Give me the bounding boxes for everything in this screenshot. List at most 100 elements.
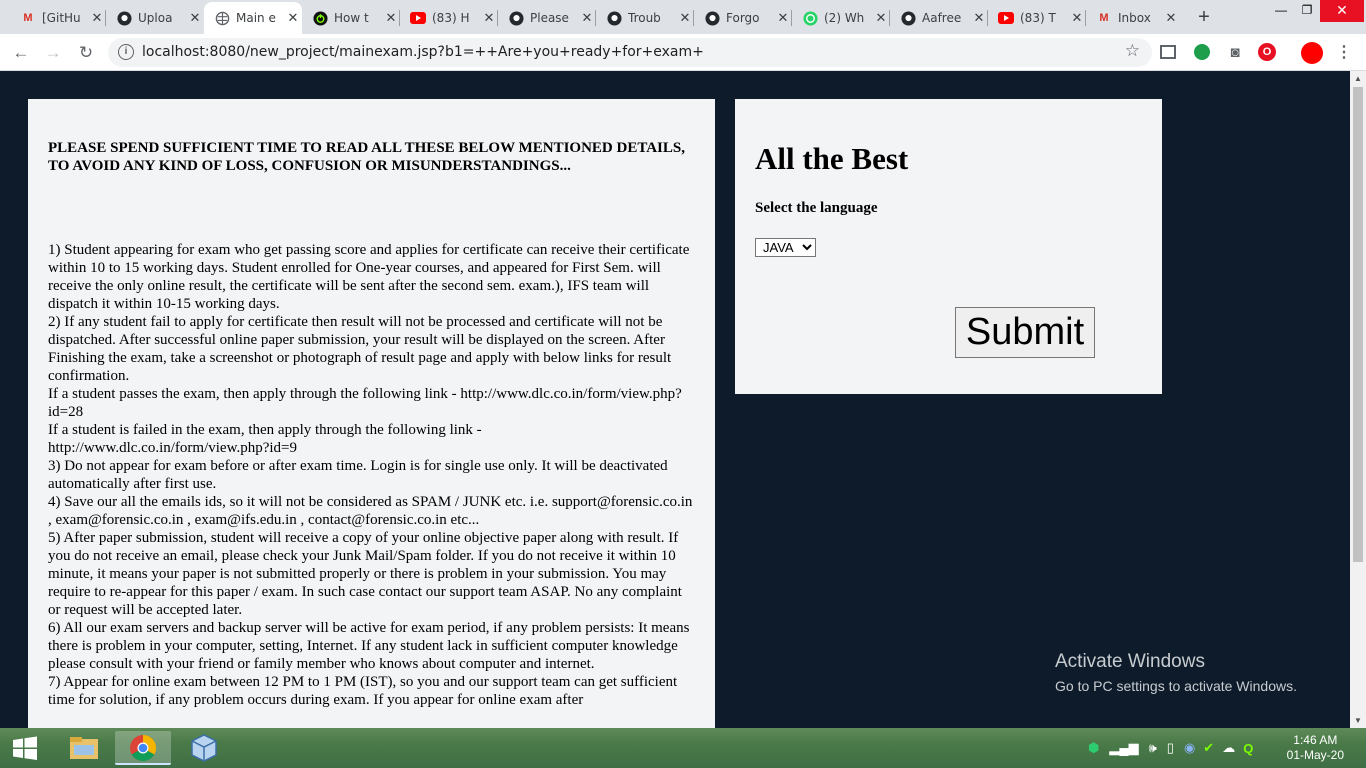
file-explorer-button[interactable] [56,731,112,765]
clock-date: 01-May-20 [1286,748,1344,762]
menu-dots-icon[interactable]: ⋮ [1334,43,1354,63]
minimize-button[interactable]: — [1268,0,1294,22]
instructions-panel: PLEASE SPEND SUFFICIENT TIME TO READ ALL… [28,99,715,728]
window-close-button[interactable]: ✕ [1320,0,1364,22]
instruction-item: 1) Student appearing for exam who get pa… [48,242,690,312]
tab-title: Inbox [1118,11,1151,25]
close-tab-icon[interactable]: ✕ [382,10,400,26]
youtube-icon [410,10,426,26]
github-icon [116,10,132,26]
tab-youtube-1[interactable]: (83) H ✕ [400,4,498,32]
instruction-item: 6) All our exam servers and backup serve… [48,620,690,672]
reload-button[interactable]: ↻ [75,42,97,64]
profile-avatar[interactable] [1301,42,1323,64]
submit-button[interactable]: Submit [955,307,1095,358]
taskbar-clock[interactable]: 1:46 AM 01-May-20 [1287,733,1344,763]
close-tab-icon[interactable]: ✕ [872,10,890,26]
tab-gmail-inbox[interactable]: M Inbox ✕ [1086,4,1180,32]
address-bar[interactable]: i localhost:8080/new_project/mainexam.js… [108,38,1152,67]
tab-how-to[interactable]: How t ✕ [302,4,400,32]
cube-icon [191,734,217,762]
close-tab-icon[interactable]: ✕ [970,10,988,26]
scrollbar-thumb[interactable] [1353,87,1363,562]
tab-strip: M [GitHu ✕ Uploa ✕ Main e ✕ How t ✕ (83)… [0,0,1366,34]
card-title: All the Best [755,141,909,176]
close-tab-icon[interactable]: ✕ [284,10,302,26]
power-icon [312,10,328,26]
language-select[interactable]: JAVA [755,238,816,257]
chrome-icon [130,734,157,762]
shield-tray-icon[interactable]: ⬢ [1088,740,1099,756]
green-extension-icon[interactable] [1194,44,1210,60]
camera-icon[interactable]: ◙ [1225,43,1245,63]
close-tab-icon[interactable]: ✕ [774,10,792,26]
tab-github-trouble[interactable]: Troub ✕ [596,4,694,32]
back-button[interactable]: ← [10,42,32,64]
battery-icon[interactable]: ▯ [1167,740,1174,756]
tab-title: (83) H [432,11,470,25]
cloud-icon[interactable]: ☁ [1222,740,1235,756]
instruction-item: If a student passes the exam, then apply… [48,386,682,420]
screen-capture-icon[interactable] [1160,45,1176,59]
close-tab-icon[interactable]: ✕ [676,10,694,26]
scroll-down-arrow[interactable]: ▼ [1354,716,1362,725]
tab-title: Forgo [726,11,760,25]
tab-title: Troub [628,11,661,25]
tab-github-forgot[interactable]: Forgo ✕ [694,4,792,32]
tab-main-exam[interactable]: Main e ✕ [204,2,302,34]
chrome-tray-icon[interactable]: ◉ [1184,740,1195,756]
network-icon[interactable]: ▂▄▆ [1109,740,1138,756]
forward-button[interactable]: → [42,42,64,64]
folder-icon [70,737,98,759]
windows-taskbar: ⬢ ▂▄▆ 🕪 ▯ ◉ ✔ ☁ Q 1:46 AM 01-May-20 [0,728,1366,768]
tab-github-upload[interactable]: Uploa ✕ [106,4,204,32]
scroll-up-arrow[interactable]: ▲ [1354,74,1362,83]
check-tray-icon[interactable]: ✔ [1203,740,1214,756]
q-tray-icon[interactable]: Q [1243,741,1253,756]
gmail-icon: M [1099,12,1109,24]
close-tab-icon[interactable]: ✕ [186,10,204,26]
url-text[interactable]: localhost:8080/new_project/mainexam.jsp?… [142,44,704,60]
tab-title: [GitHu [42,11,81,25]
close-tab-icon[interactable]: ✕ [1162,10,1180,26]
close-tab-icon[interactable]: ✕ [480,10,498,26]
github-icon [900,10,916,26]
browser-toolbar: ← → ↻ i localhost:8080/new_project/maine… [0,34,1366,71]
start-button[interactable] [0,728,50,768]
tab-whatsapp[interactable]: (2) Wh ✕ [792,4,890,32]
maximize-button[interactable]: ❐ [1294,0,1320,22]
new-tab-button[interactable]: + [1193,6,1215,28]
close-tab-icon[interactable]: ✕ [578,10,596,26]
instruction-item: 3) Do not appear for exam before or afte… [48,458,668,492]
tab-title: Uploa [138,11,173,25]
instructions-heading: PLEASE SPEND SUFFICIENT TIME TO READ ALL… [48,140,685,174]
tab-youtube-2[interactable]: (83) T ✕ [988,4,1086,32]
whatsapp-icon [802,10,818,26]
virtualbox-taskbar-button[interactable] [176,731,232,765]
volume-icon[interactable]: 🕪 [1149,740,1157,756]
chrome-taskbar-button[interactable] [115,731,171,765]
gmail-icon: M [23,12,33,24]
activate-windows-watermark: Activate Windows Go to PC settings to ac… [1055,651,1297,694]
instruction-item: If a student is failed in the exam, then… [48,422,482,456]
tab-github-aafree[interactable]: Aafree ✕ [890,4,988,32]
close-tab-icon[interactable]: ✕ [88,10,106,26]
clock-time: 1:46 AM [1293,733,1338,747]
window-controls: — ❐ ✕ [1268,0,1364,22]
instruction-item: 5) After paper submission, student will … [48,530,682,618]
tab-github-please[interactable]: Please ✕ [498,4,596,32]
exam-card: All the Best Select the language JAVA Su… [735,99,1162,394]
info-icon[interactable]: i [118,44,134,60]
tab-title: (2) Wh [824,11,865,25]
windows-logo-icon [13,736,37,760]
bookmark-star-icon[interactable]: ☆ [1125,41,1140,61]
page-content: PLEASE SPEND SUFFICIENT TIME TO READ ALL… [0,71,1350,728]
github-icon [508,10,524,26]
tab-gmail-github[interactable]: M [GitHu ✕ [10,4,106,32]
page-scrollbar[interactable]: ▲ ▼ [1350,71,1366,728]
github-icon [704,10,720,26]
close-tab-icon[interactable]: ✕ [1068,10,1086,26]
opera-icon[interactable]: O [1258,43,1276,61]
tab-title: Aafree [922,11,962,25]
watermark-title: Activate Windows [1055,651,1205,672]
